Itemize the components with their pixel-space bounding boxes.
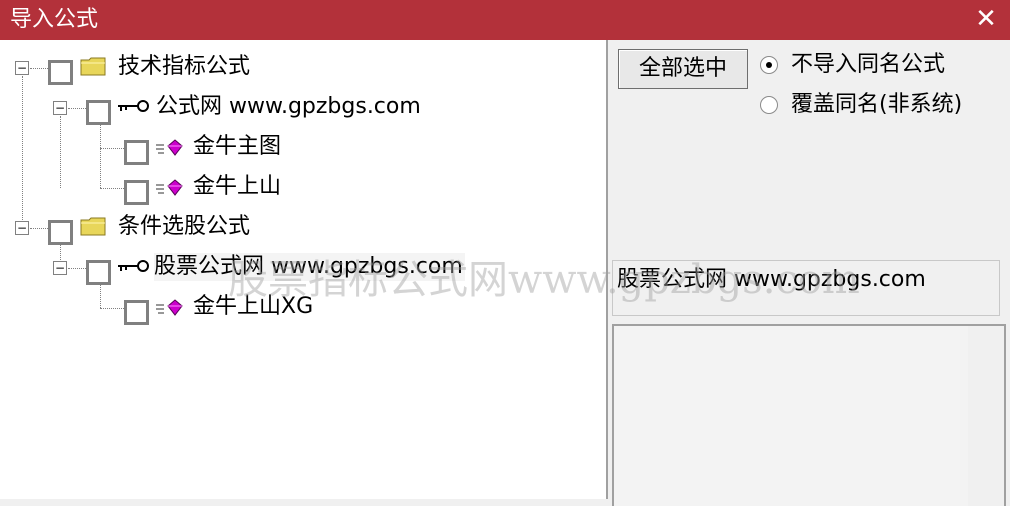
radio-label[interactable]: 覆盖同名(非系统) [791,91,962,119]
tree-line [100,124,101,188]
radio-skip-duplicates[interactable] [760,56,778,74]
tree-line [30,68,48,69]
title-bar: 导入公式 ✕ [0,0,1010,40]
node-checkbox[interactable] [124,180,149,205]
radio-label[interactable]: 不导入同名公式 [791,51,945,79]
folder-icon [80,217,106,236]
tree-line [30,228,48,229]
collapse-icon[interactable]: − [15,61,29,75]
radio-overwrite-duplicates[interactable] [760,96,778,114]
node-label: 公式网 www.gpzbgs.com [156,94,421,119]
window-title: 导入公式 [10,7,99,32]
tree-line [100,148,124,149]
description-box[interactable] [612,324,1006,506]
node-checkbox[interactable] [86,260,111,285]
tree-line [22,76,23,228]
key-icon [118,260,149,272]
node-checkbox[interactable] [124,140,149,165]
node-label: 金牛主图 [193,134,282,159]
node-label: 金牛上山XG [193,294,314,319]
tree-line [100,188,124,189]
info-box: 股票公式网 www.gpzbgs.com [612,260,1000,316]
key-icon [118,100,149,112]
formula-tree[interactable]: − 技术指标公式 − 公式网 www.gpzbgs.com 金牛主图 金牛上山 … [0,40,608,499]
formula-gem-icon [156,179,183,196]
node-label: 条件选股公式 [118,214,251,239]
tree-line [100,308,124,309]
folder-icon [80,57,106,76]
node-label: 股票公式网 www.gpzbgs.com [154,253,465,281]
formula-gem-icon [156,299,183,316]
tree-line [60,116,61,188]
node-checkbox[interactable] [48,220,73,245]
collapse-icon[interactable]: − [53,101,67,115]
select-all-button[interactable]: 全部选中 [618,49,748,89]
collapse-icon[interactable]: − [53,261,67,275]
tree-line [68,108,86,109]
collapse-icon[interactable]: − [15,221,29,235]
tree-line [100,284,101,308]
node-label: 技术指标公式 [118,54,251,79]
formula-gem-icon [156,139,183,156]
info-text: 股票公式网 www.gpzbgs.com [617,267,926,292]
close-icon[interactable]: ✕ [972,4,1000,34]
node-label: 金牛上山 [193,174,282,199]
node-checkbox[interactable] [48,60,73,85]
node-checkbox[interactable] [86,100,111,125]
tree-line [68,268,86,269]
node-checkbox[interactable] [124,300,149,325]
scrollbar[interactable] [968,326,1004,506]
